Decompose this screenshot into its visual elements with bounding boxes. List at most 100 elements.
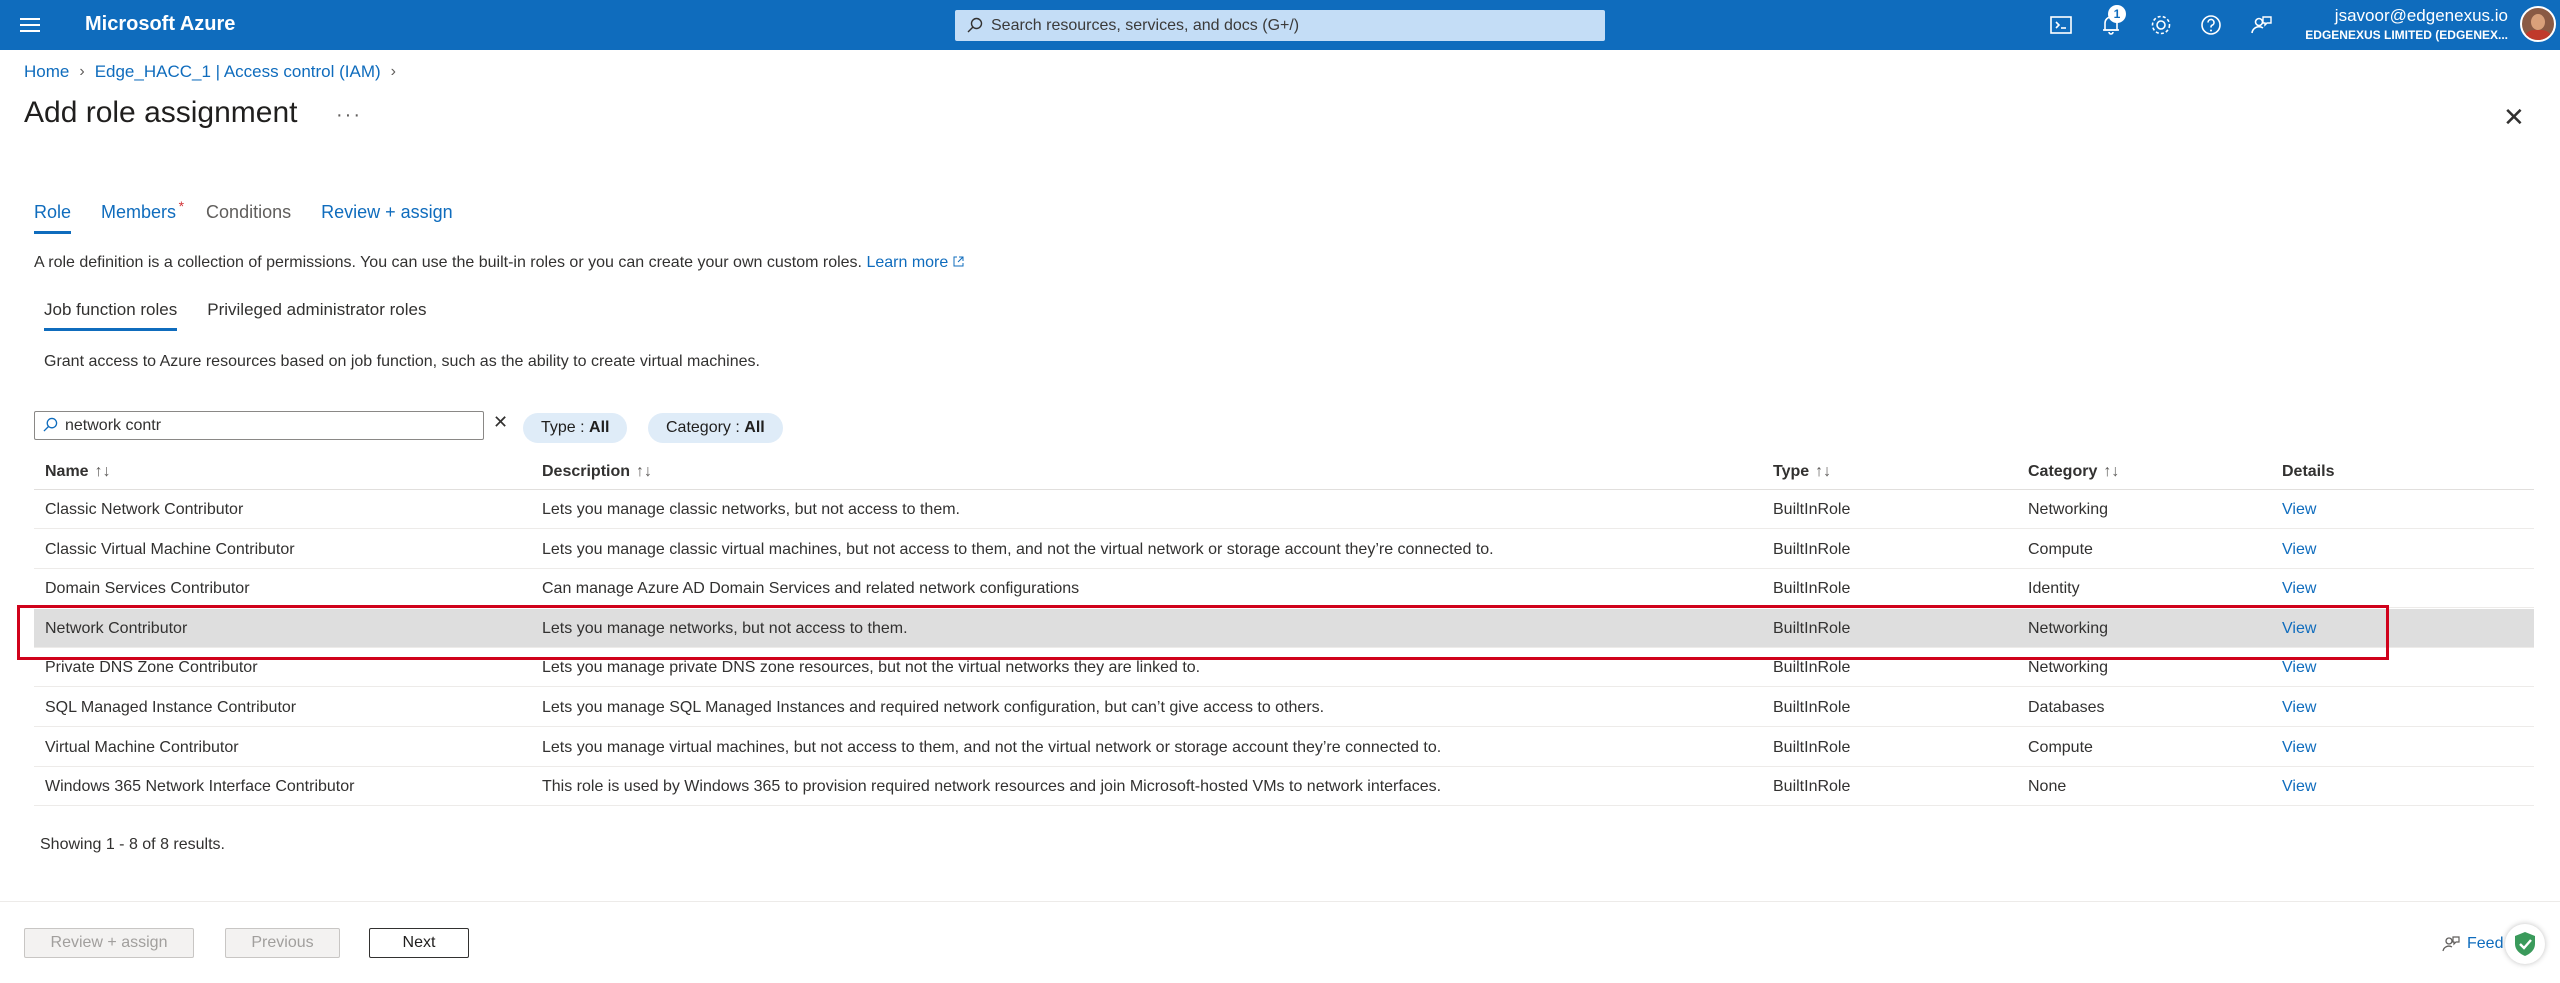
sort-ascending-icon: ↑↓ bbox=[94, 463, 111, 480]
view-details-link[interactable]: View bbox=[2282, 501, 2316, 519]
cloud-shell-icon[interactable] bbox=[2048, 12, 2074, 38]
role-type-cell: BuiltInRole bbox=[1773, 659, 1851, 677]
chevron-right-icon: › bbox=[79, 63, 85, 80]
role-type-tabs: Job function roles Privileged administra… bbox=[44, 300, 456, 331]
help-icon[interactable] bbox=[2198, 12, 2224, 38]
notification-badge: 1 bbox=[2108, 5, 2126, 23]
table-row[interactable]: Classic Network Contributor Lets you mana… bbox=[34, 490, 2534, 529]
page-title: Add role assignment bbox=[24, 96, 298, 129]
required-indicator: * bbox=[178, 198, 185, 214]
view-details-link[interactable]: View bbox=[2282, 778, 2316, 796]
feedback-link[interactable]: Feed bbox=[2441, 934, 2503, 954]
table-row[interactable]: Virtual Machine Contributor Lets you mana… bbox=[34, 728, 2534, 767]
header-details: Details bbox=[2282, 463, 2335, 480]
role-search-box[interactable] bbox=[34, 411, 484, 440]
role-description-cell: Lets you manage private DNS zone resourc… bbox=[542, 659, 1201, 677]
view-details-link[interactable]: View bbox=[2282, 699, 2316, 717]
results-count: Showing 1 - 8 of 8 results. bbox=[40, 836, 225, 853]
brand-title[interactable]: Microsoft Azure bbox=[85, 13, 235, 36]
tab-members-label: Members bbox=[101, 202, 177, 222]
breadcrumb-parent[interactable]: Edge_HACC_1 | Access control (IAM) bbox=[95, 62, 381, 82]
tab-review-assign[interactable]: Review + assign bbox=[321, 202, 453, 234]
clear-search-icon[interactable]: ✕ bbox=[493, 412, 508, 433]
role-category-cell: Compute bbox=[2028, 738, 2093, 756]
tab-role[interactable]: Role bbox=[34, 202, 72, 234]
header-description[interactable]: Description ↑↓ bbox=[542, 463, 652, 481]
header-name[interactable]: Name ↑↓ bbox=[45, 463, 111, 481]
breadcrumb: Home › Edge_HACC_1 | Access control (IAM… bbox=[24, 62, 406, 82]
role-type-cell: BuiltInRole bbox=[1773, 699, 1851, 716]
role-search-input[interactable] bbox=[65, 412, 475, 439]
view-details-link[interactable]: View bbox=[2282, 580, 2316, 598]
top-bar: Microsoft Azure 1 jsavoor@edgenexus.io E… bbox=[0, 0, 2560, 50]
search-icon bbox=[967, 17, 983, 33]
header-type[interactable]: Type ↑↓ bbox=[1773, 463, 1831, 481]
role-name-cell: Private DNS Zone Contributor bbox=[45, 659, 258, 677]
role-name-cell: Domain Services Contributor bbox=[45, 580, 250, 598]
view-details-link[interactable]: View bbox=[2282, 659, 2316, 677]
role-description-cell: This role is used by Windows 365 to prov… bbox=[542, 778, 1442, 796]
role-name-cell: Windows 365 Network Interface Contributo… bbox=[45, 778, 355, 796]
table-row[interactable]: Classic Virtual Machine Contributor Lets … bbox=[34, 530, 2534, 569]
table-row[interactable]: SQL Managed Instance Contributor Lets you… bbox=[34, 688, 2534, 727]
job-function-description: Grant access to Azure resources based on… bbox=[44, 353, 760, 370]
tab-privileged-roles[interactable]: Privileged administrator roles bbox=[207, 300, 426, 331]
external-link-icon bbox=[953, 256, 964, 267]
search-input[interactable] bbox=[991, 10, 1591, 41]
role-description-cell: Lets you manage classic networks, but no… bbox=[542, 501, 960, 518]
sort-icon: ↑↓ bbox=[2103, 463, 2120, 480]
chevron-right-icon: › bbox=[390, 63, 396, 80]
role-type-cell: BuiltInRole bbox=[1773, 778, 1851, 796]
sort-icon: ↑↓ bbox=[1815, 463, 1832, 480]
role-name-cell: Classic Virtual Machine Contributor bbox=[45, 540, 295, 558]
table-row[interactable]: Domain Services Contributor Can manage Az… bbox=[34, 569, 2534, 609]
previous-button[interactable]: Previous bbox=[225, 928, 340, 958]
role-category-cell: Networking bbox=[2028, 501, 2109, 518]
role-type-cell: BuiltInRole bbox=[1773, 738, 1851, 756]
header-category[interactable]: Category ↑↓ bbox=[2028, 463, 2119, 481]
avatar[interactable] bbox=[2520, 6, 2556, 42]
breadcrumb-home[interactable]: Home bbox=[24, 62, 69, 82]
tab-job-function-roles[interactable]: Job function roles bbox=[44, 300, 178, 331]
role-name-cell: Virtual Machine Contributor bbox=[45, 738, 239, 756]
learn-more-link[interactable]: Learn more bbox=[866, 254, 964, 271]
global-search[interactable] bbox=[955, 10, 1605, 41]
role-type-cell: BuiltInRole bbox=[1773, 501, 1851, 518]
account-info[interactable]: jsavoor@edgenexus.io EDGENEXUS LIMITED (… bbox=[2305, 6, 2508, 42]
more-options-icon[interactable]: ··· bbox=[336, 104, 362, 127]
review-assign-button[interactable]: Review + assign bbox=[24, 928, 194, 958]
tab-conditions[interactable]: Conditions bbox=[206, 202, 291, 234]
type-filter-pill[interactable]: Type : All bbox=[523, 413, 628, 443]
feedback-label: Feed bbox=[2467, 935, 2504, 952]
search-icon bbox=[43, 417, 58, 432]
table-header-row: Name ↑↓ Description ↑↓ Type ↑↓ Category ↑↓ D… bbox=[34, 454, 2534, 490]
footer-divider bbox=[0, 901, 2560, 902]
account-org: EDGENEXUS LIMITED (EDGENEX... bbox=[2305, 28, 2508, 42]
role-description-cell: Lets you manage classic virtual machines… bbox=[542, 540, 1494, 558]
role-category-cell: Networking bbox=[2028, 659, 2109, 677]
sort-icon: ↑↓ bbox=[636, 463, 653, 480]
role-category-cell: Databases bbox=[2028, 699, 2105, 716]
role-description-cell: Lets you manage SQL Managed Instances an… bbox=[542, 699, 1325, 716]
shield-check-icon[interactable] bbox=[2505, 924, 2545, 964]
intro-text: A role definition is a collection of per… bbox=[34, 254, 964, 272]
view-details-link[interactable]: View bbox=[2282, 541, 2316, 559]
view-details-link[interactable]: View bbox=[2282, 739, 2316, 757]
feedback-person-icon bbox=[2442, 936, 2460, 952]
role-category-cell: Compute bbox=[2028, 540, 2093, 558]
account-email: jsavoor@edgenexus.io bbox=[2334, 6, 2508, 25]
next-button[interactable]: Next bbox=[369, 928, 469, 958]
role-category-cell: Identity bbox=[2028, 580, 2080, 598]
role-name-cell: SQL Managed Instance Contributor bbox=[45, 699, 297, 716]
intro-description: A role definition is a collection of per… bbox=[34, 254, 862, 271]
tab-members[interactable]: Members * bbox=[101, 198, 184, 234]
menu-icon[interactable] bbox=[20, 14, 40, 34]
category-filter-pill[interactable]: Category : All bbox=[648, 413, 783, 443]
settings-icon[interactable] bbox=[2148, 12, 2174, 38]
table-row[interactable]: Windows 365 Network Interface Contributo… bbox=[34, 767, 2534, 807]
close-icon[interactable]: ✕ bbox=[2503, 102, 2525, 133]
feedback-icon[interactable] bbox=[2248, 12, 2274, 38]
role-category-cell: None bbox=[2028, 778, 2067, 796]
selection-highlight bbox=[17, 605, 2389, 660]
role-type-cell: BuiltInRole bbox=[1773, 580, 1851, 598]
